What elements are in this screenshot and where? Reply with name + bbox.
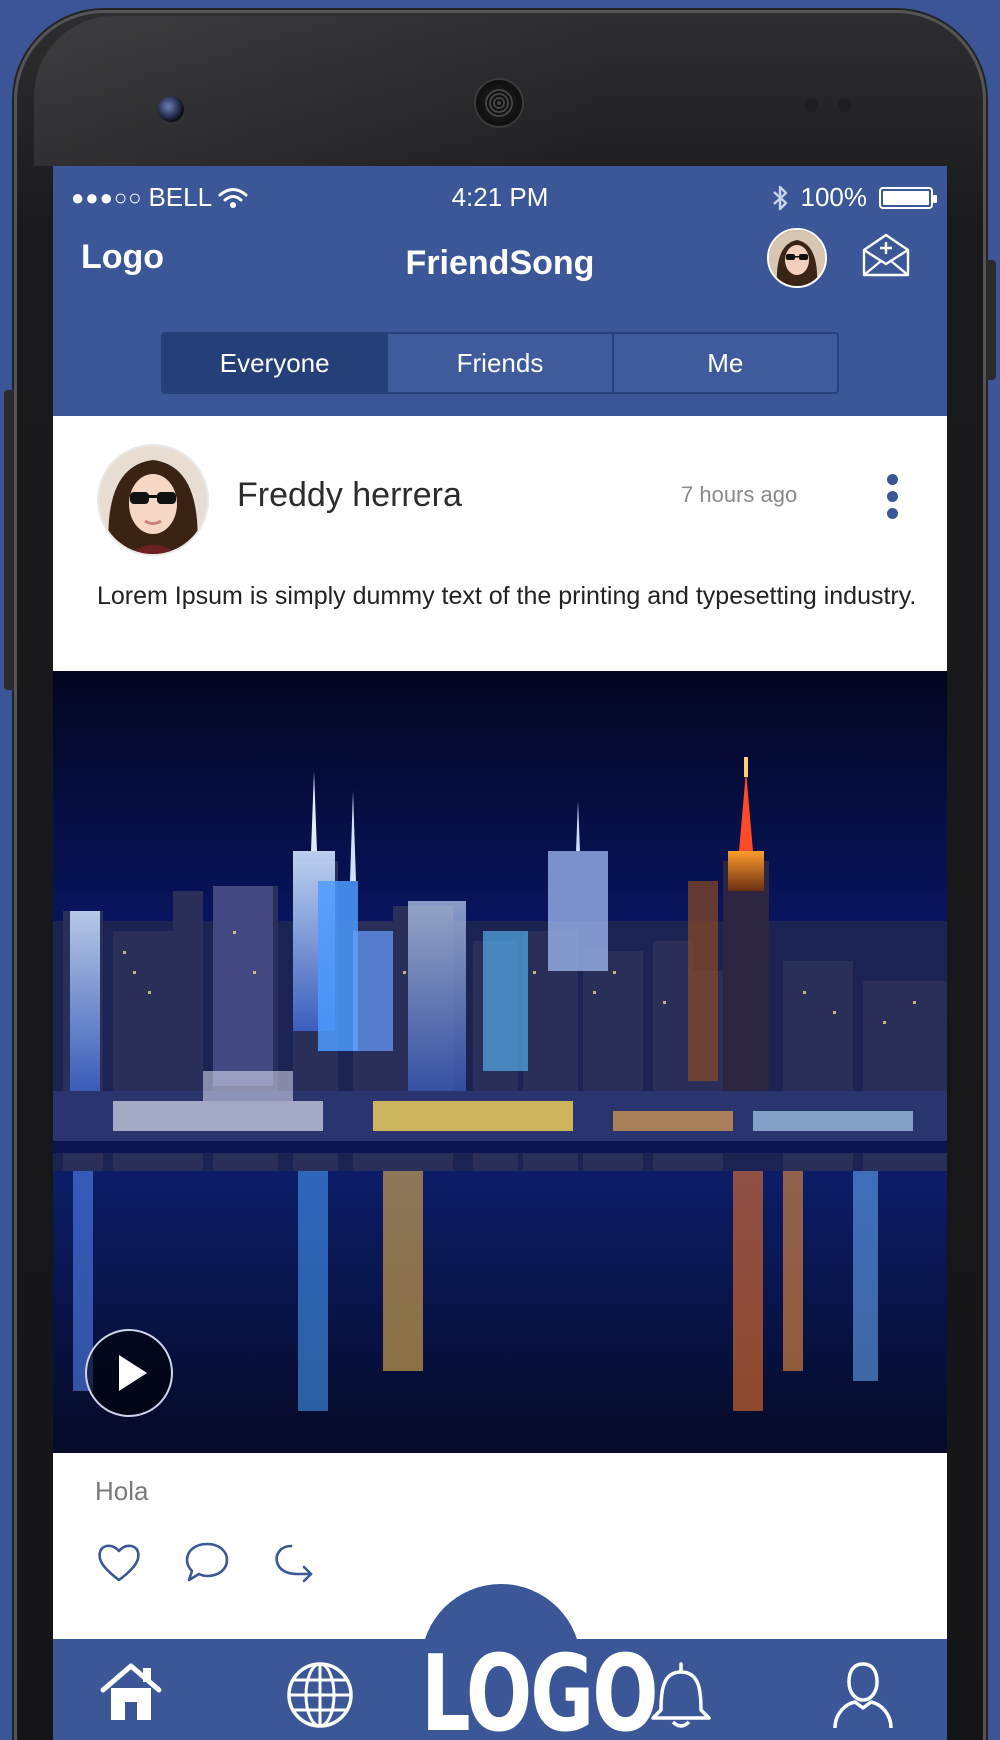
status-right: 100%	[771, 182, 937, 213]
side-button-left	[4, 390, 14, 690]
battery-icon	[879, 186, 937, 209]
app-screen: ●●●○○ BELL 4:21 PM 100% Logo FriendSong	[53, 166, 947, 1740]
post-body-text: Lorem Ipsum is simply dummy text of the …	[97, 582, 917, 610]
post-actions	[95, 1538, 319, 1586]
post-caption: Hola	[95, 1476, 149, 1506]
proximity-sensor	[804, 98, 818, 112]
user-avatar[interactable]	[767, 228, 827, 288]
more-options-icon[interactable]	[885, 474, 899, 524]
post-header: Freddy herrera 7 hours ago Lorem Ipsum i…	[53, 416, 947, 671]
author-photo	[99, 446, 207, 554]
top-bar: ●●●○○ BELL 4:21 PM 100% Logo FriendSong	[53, 166, 947, 416]
battery-percent: 100%	[800, 182, 868, 212]
feed-tabs: Everyone Friends Me	[161, 332, 839, 394]
light-sensor	[838, 98, 852, 112]
post-timestamp: 7 hours ago	[681, 482, 798, 507]
compose-mail-icon[interactable]	[861, 232, 911, 278]
bluetooth-icon	[772, 185, 787, 210]
comment-bubble-icon[interactable]	[183, 1538, 231, 1586]
post-author-name[interactable]: Freddy herrera	[237, 476, 462, 515]
home-icon[interactable]	[97, 1660, 165, 1724]
globe-icon[interactable]	[285, 1660, 355, 1730]
side-button-right	[986, 260, 996, 380]
profile-icon[interactable]	[831, 1660, 895, 1730]
post-author-avatar[interactable]	[97, 444, 209, 556]
play-icon	[119, 1355, 147, 1391]
tab-me[interactable]: Me	[611, 334, 837, 392]
city-skyline-photo	[53, 671, 947, 1453]
earpiece-speaker	[474, 78, 524, 128]
tab-friends[interactable]: Friends	[386, 334, 612, 392]
tab-everyone[interactable]: Everyone	[163, 334, 387, 392]
post-media[interactable]	[53, 671, 947, 1453]
front-camera	[158, 96, 184, 122]
bell-icon[interactable]	[647, 1660, 715, 1730]
avatar-photo	[769, 230, 825, 286]
center-logo[interactable]: LOGO	[421, 1634, 659, 1740]
status-bar: ●●●○○ BELL 4:21 PM 100%	[53, 176, 947, 216]
play-button[interactable]	[85, 1329, 173, 1417]
like-heart-icon[interactable]	[95, 1538, 143, 1586]
share-arrow-icon[interactable]	[271, 1538, 319, 1586]
